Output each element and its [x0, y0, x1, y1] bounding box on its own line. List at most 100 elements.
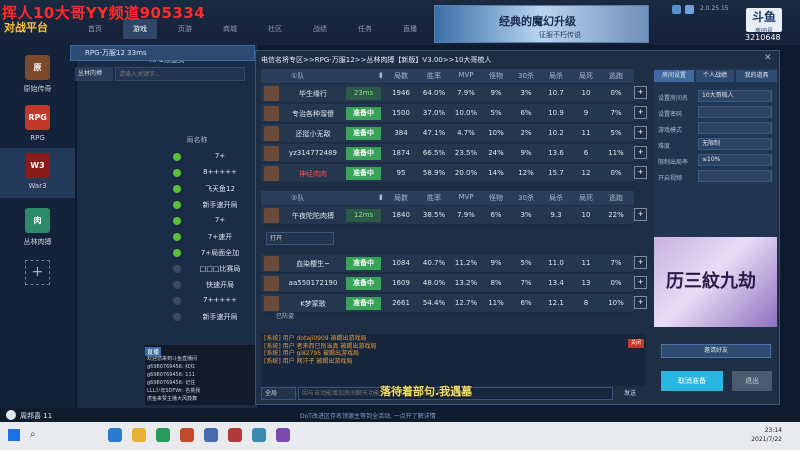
- folder-icon[interactable]: [132, 428, 146, 442]
- server-select[interactable]: RPG-万服12 33ms: [70, 45, 255, 61]
- room-search-input[interactable]: [115, 67, 245, 81]
- setting-field[interactable]: [698, 106, 772, 118]
- exit-button[interactable]: 退出: [732, 371, 772, 391]
- room-name: 7+: [214, 216, 226, 224]
- app-icon[interactable]: [180, 428, 194, 442]
- player-name: 午夜陀陀肉搏: [292, 212, 334, 220]
- add-friend-button[interactable]: +: [634, 166, 647, 179]
- table-row[interactable]: 7+局面全加: [147, 246, 255, 261]
- avatar: [264, 276, 279, 291]
- stat-cell: 6%: [520, 299, 532, 307]
- add-game-button[interactable]: +: [25, 260, 50, 285]
- col-mvp: MVP: [458, 71, 474, 79]
- slot-open-select[interactable]: 打开: [266, 232, 334, 245]
- table-row[interactable]: 飞天鱼12: [147, 182, 255, 197]
- clock-time[interactable]: 23:14: [742, 427, 782, 434]
- app-icon[interactable]: [228, 428, 242, 442]
- tab-community[interactable]: 社区: [258, 19, 292, 39]
- setting-field[interactable]: 10大哥梳人: [698, 90, 772, 102]
- app-icon[interactable]: [156, 428, 170, 442]
- rail-item-rpg[interactable]: RPG RPG: [0, 100, 75, 150]
- table-row[interactable]: 7+++++: [147, 294, 255, 309]
- skin-icon[interactable]: [672, 5, 681, 14]
- search-icon[interactable]: ⌕: [30, 429, 36, 440]
- war3-game-icon: W3: [25, 153, 50, 178]
- table-row[interactable]: 8+++++: [147, 166, 255, 181]
- tab-tasks[interactable]: 任务: [348, 19, 382, 39]
- player-row[interactable]: 毕生缘行 23ms 1946 64.0% 7.9% 9% 3% 10.7 10 0% +: [261, 84, 647, 103]
- stat-cell: 24%: [488, 149, 504, 157]
- promo-banner[interactable]: 历三紋九劫: [654, 237, 777, 327]
- windows-start-icon[interactable]: [8, 429, 20, 441]
- tab-room-settings[interactable]: 房间设置: [654, 70, 694, 82]
- table-row[interactable]: 7+: [147, 150, 255, 165]
- add-friend-button[interactable]: +: [634, 146, 647, 159]
- status-dot-icon: [173, 169, 181, 177]
- add-friend-button[interactable]: +: [634, 106, 647, 119]
- add-friend-button[interactable]: +: [634, 256, 647, 269]
- rail-item-war3[interactable]: W3 War3: [0, 148, 75, 198]
- game-room-dialog: 电信名将专区>>RPG-万服12>>丛林肉搏【新版】V3.00>>10大哥梳人 …: [255, 50, 780, 405]
- stat-cell: 12%: [518, 169, 534, 177]
- table-row[interactable]: 7+速开: [147, 230, 255, 245]
- player-row[interactable]: 还挺小无敌 准备中 384 47.1% 4.7% 10% 2% 10.2 11 5% +: [261, 124, 647, 143]
- send-button[interactable]: 发送: [616, 387, 644, 400]
- news-ticker[interactable]: DoT改进区存名领源主等到全活动, 一点开了解详情: [300, 411, 436, 420]
- stat-cell: 9%: [520, 149, 532, 157]
- table-row[interactable]: 新手速开局: [147, 310, 255, 325]
- rail-label: 原始传奇: [23, 85, 52, 93]
- cancel-ready-button[interactable]: 取消准备: [661, 371, 723, 391]
- avatar[interactable]: [6, 410, 16, 420]
- player-row[interactable]: aa550172190 准备中 1609 48.0% 13.2% 8% 7% 13.4 13 0%…: [261, 274, 647, 293]
- close-icon[interactable]: ✕: [764, 53, 772, 63]
- table-row[interactable]: 快速开局: [147, 278, 255, 293]
- tab-mall[interactable]: 商城: [213, 19, 247, 39]
- add-friend-button[interactable]: +: [634, 296, 647, 309]
- ad-banner[interactable]: 经典的魔幻升级 征服不朽传说: [434, 5, 649, 43]
- game-filter-dropdown[interactable]: 丛林肉搏: [75, 67, 113, 81]
- chat-log-line: [系统] 用户 dotaji0909 被踢出游戏局: [264, 335, 367, 342]
- chat-message: 欢迎您来到斗鱼直播间: [147, 356, 198, 362]
- chat-close-button[interactable]: 关闭: [628, 339, 644, 348]
- player-row[interactable]: 神经肉肉 准备中 95 58.9% 20.0% 14% 12% 15.7 12 0% +: [261, 164, 647, 183]
- chat-channel-select[interactable]: 全局: [261, 387, 296, 400]
- settings-icon[interactable]: [685, 5, 694, 14]
- player-row[interactable]: 血染樱生~ 准备中 1084 40.7% 11.2% 9% 5% 11.0 11 7% +: [261, 254, 647, 273]
- room-name: 7+++++: [203, 296, 237, 304]
- add-friend-button[interactable]: +: [634, 126, 647, 139]
- status-dot-icon: [173, 201, 181, 209]
- setting-field[interactable]: 无限制: [698, 138, 772, 150]
- tab-my-items[interactable]: 我的道具: [736, 70, 777, 82]
- app-icon[interactable]: [252, 428, 266, 442]
- player-row[interactable]: 专治各种溜傻 准备中 1500 37.0% 10.0% 5% 6% 10.9 9 7% +: [261, 104, 647, 123]
- player-row[interactable]: yz314772489 准备中 1874 66.5% 23.5% 24% 9% 13.6 6 11…: [261, 144, 647, 163]
- tab-personal-record[interactable]: 个人战绩: [696, 70, 734, 82]
- player-row[interactable]: K梦冢歌 准备中 2661 54.4% 12.7% 11% 6% 12.1 8 10% +: [261, 294, 647, 313]
- setting-label: 难度: [658, 143, 671, 150]
- clock-date[interactable]: 2021/7/22: [736, 436, 782, 443]
- table-row[interactable]: 7+: [147, 214, 255, 229]
- avatar: [264, 146, 279, 161]
- setting-field[interactable]: [698, 170, 772, 182]
- edge-icon[interactable]: [108, 428, 122, 442]
- app-icon[interactable]: [204, 428, 218, 442]
- stat-cell: 13.4: [548, 279, 564, 287]
- col-deaths: 局死: [579, 194, 593, 202]
- rail-item-legend[interactable]: 原 原始传奇: [0, 50, 75, 100]
- table-row[interactable]: □□□比赛局: [147, 262, 255, 277]
- tab-records[interactable]: 战绩: [303, 19, 337, 39]
- add-friend-button[interactable]: +: [634, 86, 647, 99]
- app-icon[interactable]: [276, 428, 290, 442]
- table-row[interactable]: 新手速开局: [147, 198, 255, 213]
- ready-status: 准备中: [346, 257, 381, 270]
- add-friend-button[interactable]: +: [634, 276, 647, 289]
- setting-label: 游戏模式: [658, 127, 683, 134]
- setting-field[interactable]: [698, 122, 772, 134]
- player-row[interactable]: 午夜陀陀肉搏 12ms 1840 38.5% 7.9% 6% 3% 9.3 10 22% +: [261, 206, 647, 225]
- stat-cell: 8: [583, 299, 589, 307]
- rail-item-jungle[interactable]: 肉 丛林肉搏: [0, 203, 75, 253]
- tab-live[interactable]: 直播: [393, 19, 427, 39]
- setting-field[interactable]: ≤10%: [698, 154, 772, 166]
- add-friend-button[interactable]: +: [634, 208, 647, 221]
- invite-friends-button[interactable]: 邀请好友: [661, 344, 771, 358]
